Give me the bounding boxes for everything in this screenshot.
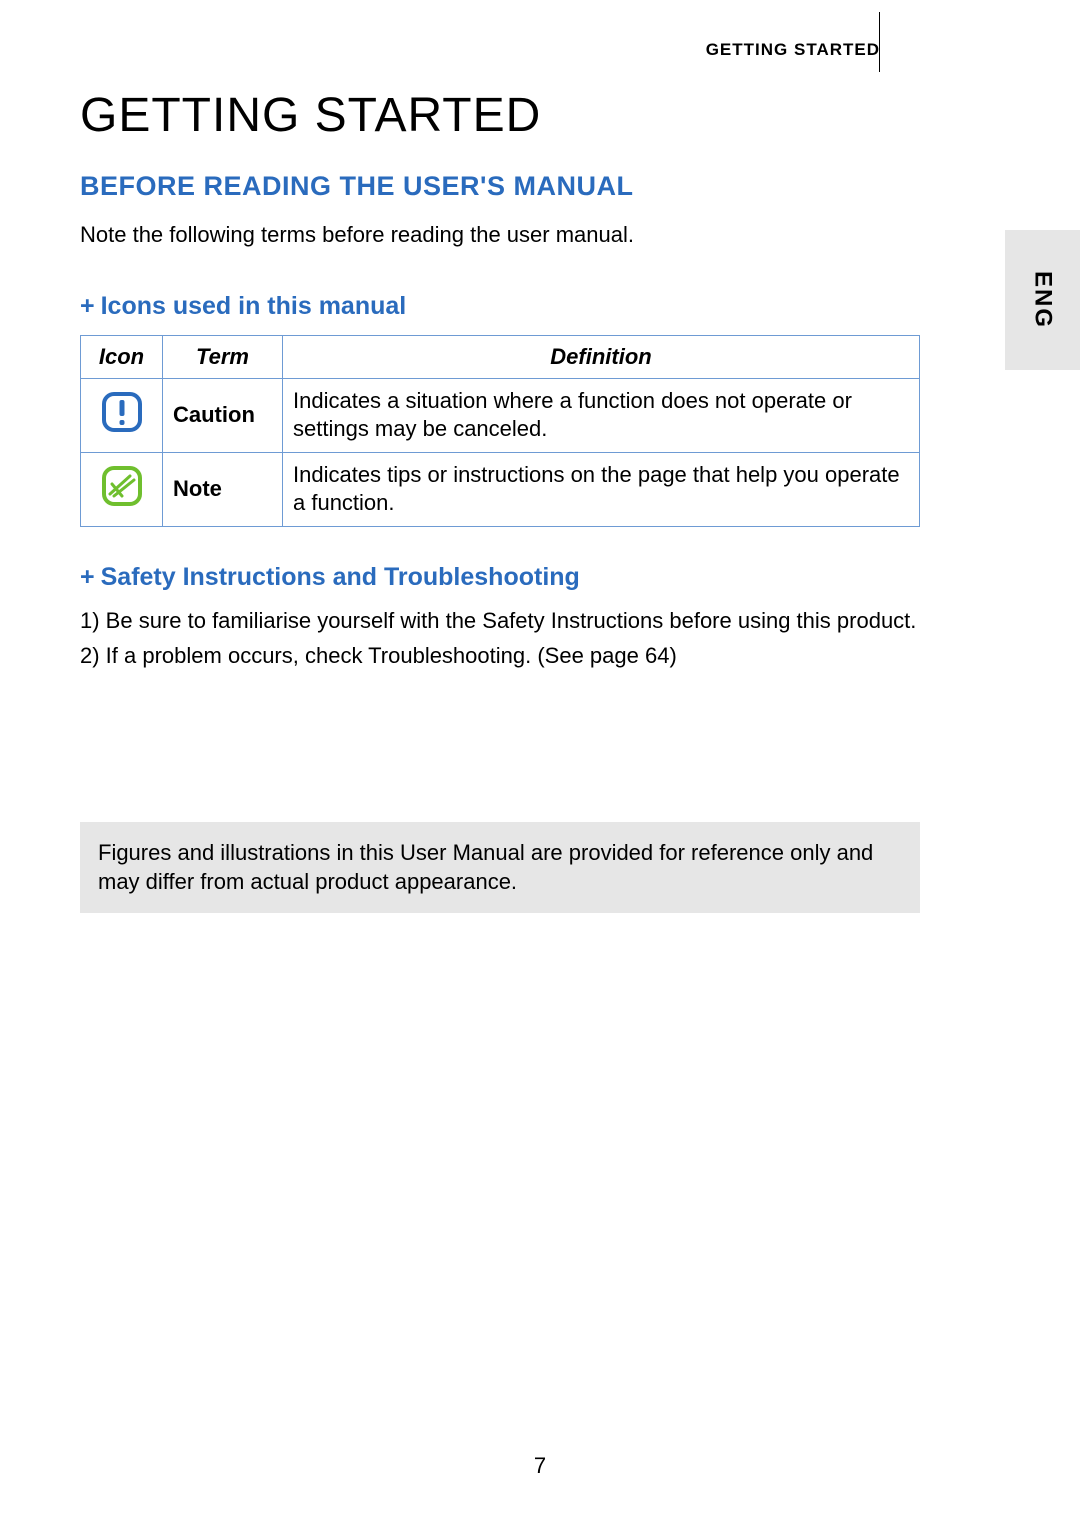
table-row: Caution Indicates a situation where a fu… bbox=[81, 378, 920, 452]
list-item: 2) If a problem occurs, check Troublesho… bbox=[80, 641, 920, 672]
term-cell-caution: Caution bbox=[163, 378, 283, 452]
running-header: GETTING STARTED bbox=[706, 40, 880, 60]
caution-icon-cell bbox=[81, 378, 163, 452]
safety-list: 1) Be sure to familiarise yourself with … bbox=[80, 606, 920, 672]
play-marker-icon: + bbox=[80, 292, 95, 320]
note-icon-cell bbox=[81, 452, 163, 526]
definition-cell-caution: Indicates a situation where a function d… bbox=[283, 378, 920, 452]
list-item: 1) Be sure to familiarise yourself with … bbox=[80, 606, 920, 637]
section-heading: BEFORE READING THE USER'S MANUAL bbox=[80, 171, 920, 202]
caution-icon bbox=[100, 390, 144, 440]
subheading-safety-text: Safety Instructions and Troubleshooting bbox=[101, 563, 580, 591]
disclaimer-box: Figures and illustrations in this User M… bbox=[80, 822, 920, 913]
content-column: GETTING STARTED BEFORE READING THE USER'… bbox=[80, 88, 920, 913]
icons-table: Icon Term Definition bbox=[80, 335, 920, 527]
subheading-safety: +Safety Instructions and Troubleshooting bbox=[80, 563, 920, 592]
col-header-definition: Definition bbox=[283, 335, 920, 378]
table-row: Note Indicates tips or instructions on t… bbox=[81, 452, 920, 526]
page-number: 7 bbox=[0, 1453, 1080, 1479]
language-tab: ENG bbox=[1005, 230, 1080, 370]
table-header-row: Icon Term Definition bbox=[81, 335, 920, 378]
term-cell-note: Note bbox=[163, 452, 283, 526]
disclaimer-text: Figures and illustrations in this User M… bbox=[98, 840, 873, 895]
subheading-icons-used: +Icons used in this manual bbox=[80, 292, 920, 321]
main-heading: GETTING STARTED bbox=[80, 88, 920, 143]
manual-page: GETTING STARTED ENG GETTING STARTED BEFO… bbox=[0, 0, 1080, 1527]
col-header-icon: Icon bbox=[81, 335, 163, 378]
play-marker-icon: + bbox=[80, 563, 95, 591]
definition-cell-note: Indicates tips or instructions on the pa… bbox=[283, 452, 920, 526]
note-icon bbox=[100, 464, 144, 514]
subheading-icons-used-text: Icons used in this manual bbox=[101, 292, 407, 320]
col-header-term: Term bbox=[163, 335, 283, 378]
language-tab-text: ENG bbox=[1029, 271, 1057, 329]
intro-paragraph: Note the following terms before reading … bbox=[80, 220, 920, 250]
